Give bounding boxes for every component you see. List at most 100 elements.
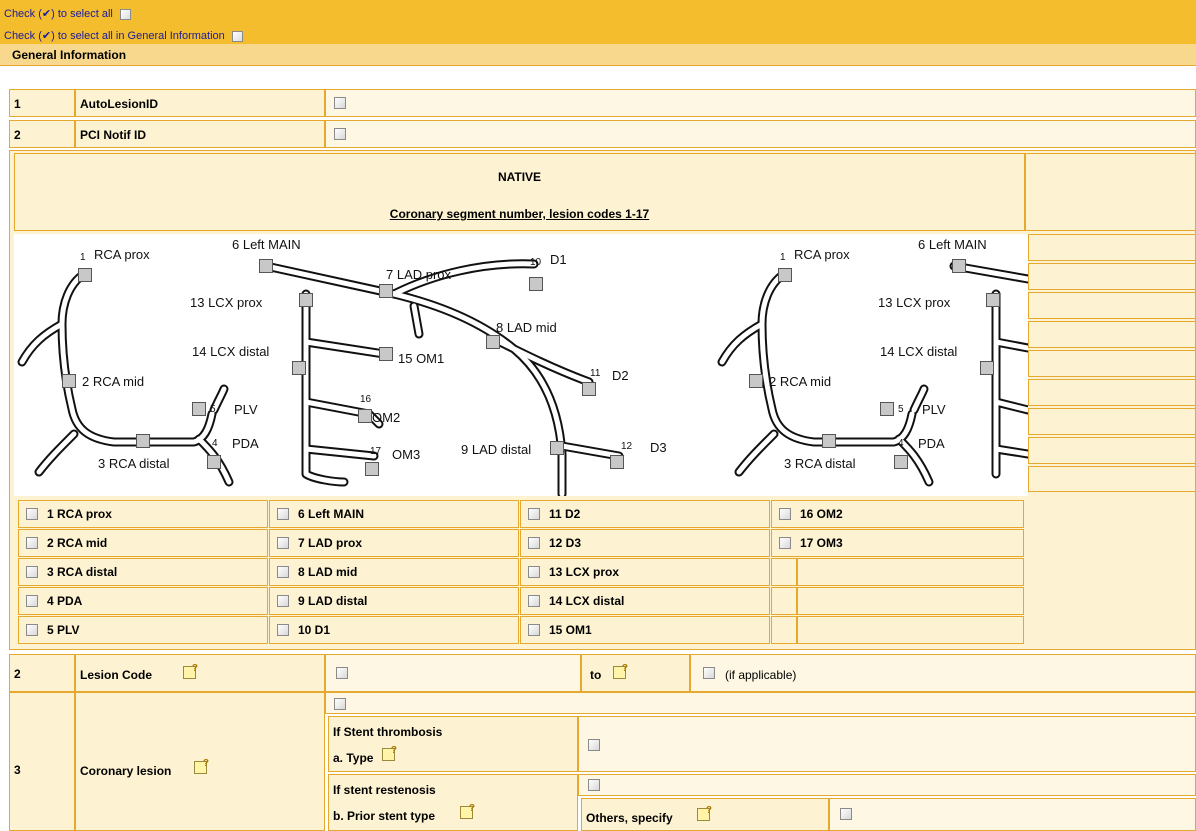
diagram-label: 10: [530, 257, 542, 268]
segment-cell[interactable]: 7 LAD prox: [269, 529, 519, 557]
segment-checkbox[interactable]: [26, 537, 38, 549]
segment-cell[interactable]: 17 OM3: [771, 529, 1024, 557]
segment-marker-3[interactable]: [136, 434, 150, 448]
diagram-label: PLV: [234, 402, 258, 417]
stent-thrombosis-value-cell: [578, 716, 1196, 772]
stent-thrombosis-cell: If Stent thrombosis a. Type: [328, 716, 578, 772]
segment-cell[interactable]: 3 RCA distal: [18, 558, 268, 586]
segment-checkbox[interactable]: [528, 508, 540, 520]
lesion-code-num: 2: [14, 667, 21, 681]
segment-marker-10[interactable]: [529, 277, 543, 291]
segment-checkbox[interactable]: [277, 566, 289, 578]
help-note-icon[interactable]: [382, 745, 397, 761]
segment-marker-4[interactable]: [207, 455, 221, 469]
segment-checkbox[interactable]: [528, 537, 540, 549]
segment-checkbox[interactable]: [528, 566, 540, 578]
row2-num-cell: 2: [9, 120, 75, 148]
segment-marker-12[interactable]: [610, 455, 624, 469]
segment-marker-5-copy[interactable]: [880, 402, 894, 416]
segment-cell[interactable]: 4 PDA: [18, 587, 268, 615]
segment-checkbox[interactable]: [26, 624, 38, 636]
prior-stent-checkbox[interactable]: [588, 779, 600, 791]
help-note-icon[interactable]: [613, 663, 628, 679]
segment-marker-3-copy[interactable]: [822, 434, 836, 448]
diagram-label: 14 LCX distal: [880, 344, 958, 359]
help-note-icon[interactable]: [194, 758, 209, 774]
segment-cell[interactable]: 11 D2: [520, 500, 770, 528]
segment-marker-17[interactable]: [365, 462, 379, 476]
segment-checkbox[interactable]: [277, 595, 289, 607]
help-note-icon[interactable]: [183, 663, 198, 679]
segment-marker-1[interactable]: [78, 268, 92, 282]
segment-checkbox[interactable]: [26, 595, 38, 607]
row1-label: AutoLesionID: [80, 97, 158, 111]
stent-restenosis-label: If stent restenosis: [333, 783, 436, 797]
others-specify-label: Others, specify: [586, 811, 673, 825]
stent-type-checkbox[interactable]: [588, 739, 600, 751]
segment-cell[interactable]: 6 Left MAIN: [269, 500, 519, 528]
segment-marker-13[interactable]: [299, 293, 313, 307]
segment-marker-14[interactable]: [292, 361, 306, 375]
segment-cell[interactable]: 13 LCX prox: [520, 558, 770, 586]
segment-marker-6[interactable]: [259, 259, 273, 273]
segment-marker-13-copy[interactable]: [986, 293, 1000, 307]
prior-stent-label: b. Prior stent type: [333, 809, 436, 823]
segment-checkbox[interactable]: [26, 508, 38, 520]
segment-cell[interactable]: 16 OM2: [771, 500, 1024, 528]
segment-cell[interactable]: 10 D1: [269, 616, 519, 644]
segment-marker-14-copy[interactable]: [980, 361, 994, 375]
segment-marker-2-copy[interactable]: [749, 374, 763, 388]
segment-cell[interactable]: 12 D3: [520, 529, 770, 557]
segment-marker-5[interactable]: [192, 402, 206, 416]
segment-cell[interactable]: 9 LAD distal: [269, 587, 519, 615]
diagram-label: 16: [360, 394, 372, 405]
segment-checkbox[interactable]: [277, 508, 289, 520]
segment-checkbox[interactable]: [779, 508, 791, 520]
segment-cell[interactable]: 15 OM1: [520, 616, 770, 644]
diagram-label: 11: [590, 368, 601, 379]
diagram-label: 12: [621, 441, 633, 452]
segment-label: 5 PLV: [47, 623, 80, 637]
side-cell: [1028, 408, 1196, 435]
autolesionid-checkbox[interactable]: [334, 97, 346, 109]
row2-num: 2: [14, 128, 21, 142]
segment-cell[interactable]: 5 PLV: [18, 616, 268, 644]
side-cell: [1028, 350, 1196, 377]
segment-cell[interactable]: 14 LCX distal: [520, 587, 770, 615]
segment-cell[interactable]: 8 LAD mid: [269, 558, 519, 586]
segment-marker-1-copy[interactable]: [778, 268, 792, 282]
segment-marker-11[interactable]: [582, 382, 596, 396]
segment-marker-6-copy[interactable]: [952, 259, 966, 273]
lesion-code-to-checkbox[interactable]: [703, 667, 715, 679]
row1-num: 1: [14, 97, 21, 111]
segment-marker-9[interactable]: [550, 441, 564, 455]
segment-marker-15[interactable]: [379, 347, 393, 361]
segment-label: 12 D3: [549, 536, 582, 550]
segment-checkbox[interactable]: [779, 537, 791, 549]
segment-marker-8[interactable]: [486, 335, 500, 349]
segment-cell[interactable]: 2 RCA mid: [18, 529, 268, 557]
help-note-icon[interactable]: [460, 803, 475, 819]
segment-cell[interactable]: 1 RCA prox: [18, 500, 268, 528]
segment-marker-7[interactable]: [379, 284, 393, 298]
select-all-checkbox[interactable]: [119, 8, 131, 20]
side-cell: [1028, 292, 1196, 319]
segment-marker-2[interactable]: [62, 374, 76, 388]
segment-marker-4-copy[interactable]: [894, 455, 908, 469]
select-all-general-checkbox[interactable]: [231, 30, 243, 42]
segment-checkbox[interactable]: [277, 537, 289, 549]
segment-checkbox[interactable]: [277, 624, 289, 636]
segment-checkbox[interactable]: [528, 624, 540, 636]
side-cell: [1028, 466, 1196, 492]
segment-checkbox[interactable]: [26, 566, 38, 578]
others-specify-checkbox[interactable]: [840, 808, 852, 820]
diagram-label: 14 LCX distal: [192, 344, 270, 359]
diagram-label: 2 RCA mid: [769, 374, 832, 389]
row2-label: PCI Notif ID: [80, 128, 146, 142]
segment-checkbox[interactable]: [528, 595, 540, 607]
coronary-lesion-checkbox[interactable]: [334, 698, 346, 710]
segment-marker-16[interactable]: [358, 409, 372, 423]
lesion-code-from-checkbox[interactable]: [336, 667, 348, 679]
help-note-icon[interactable]: [697, 805, 712, 821]
pcinotifid-checkbox[interactable]: [334, 128, 346, 140]
